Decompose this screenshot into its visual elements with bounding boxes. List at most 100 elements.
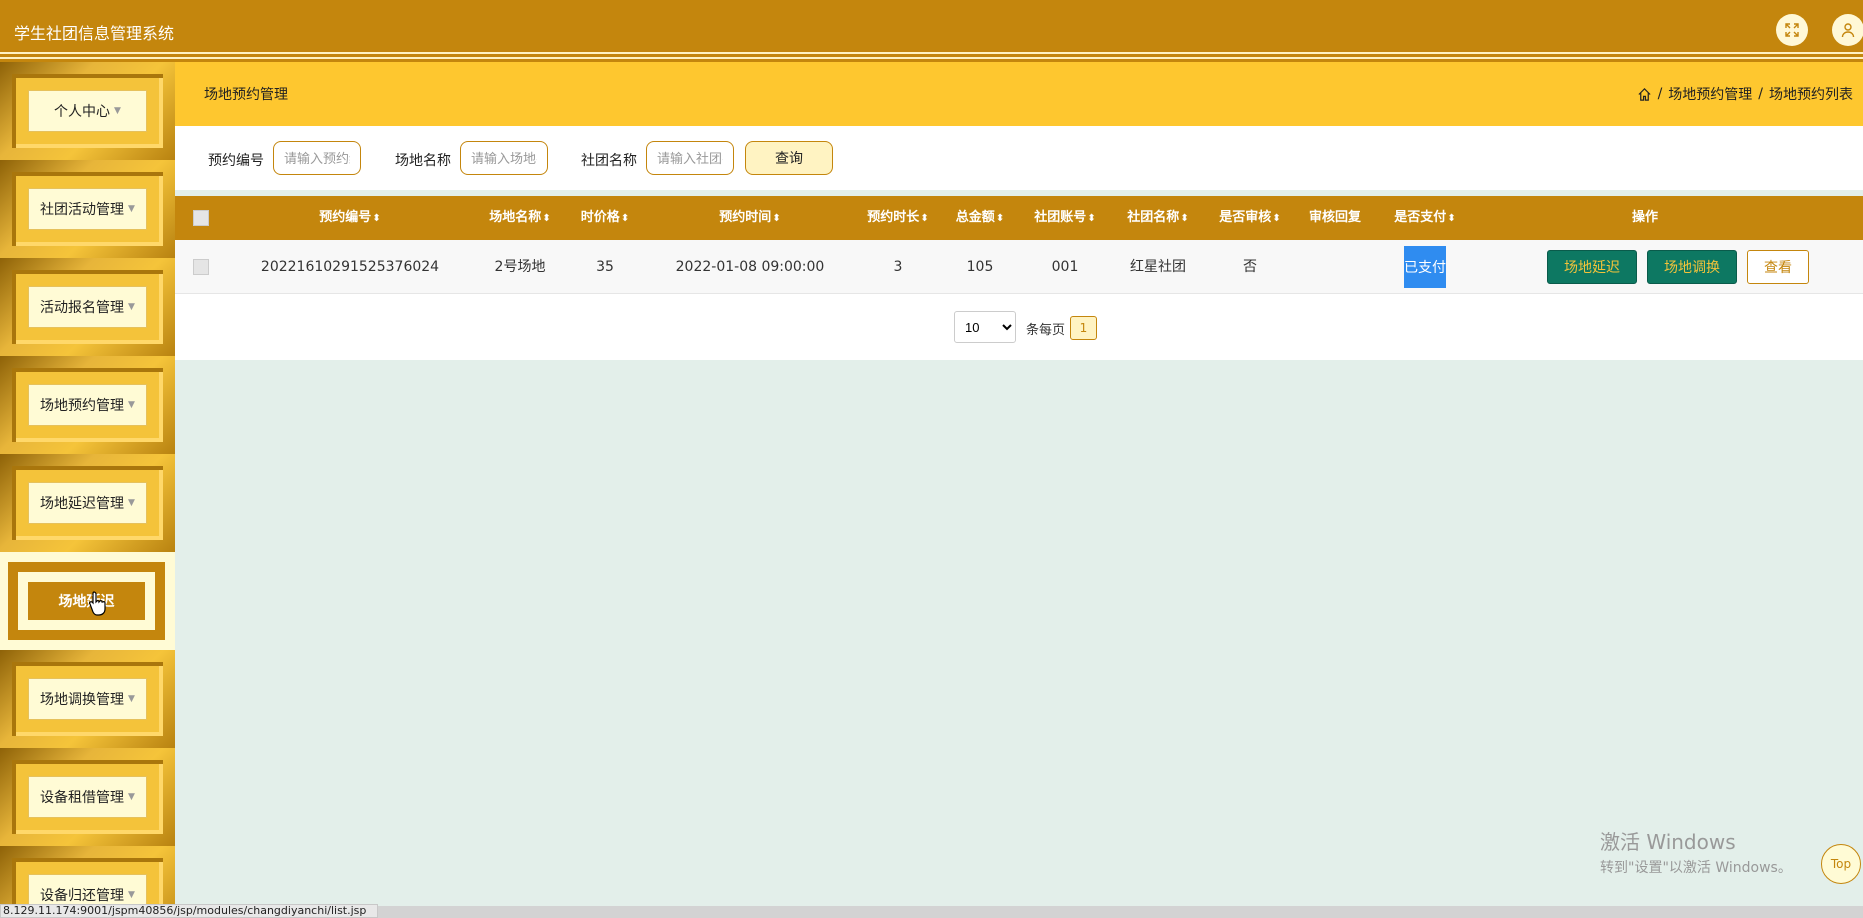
breadcrumb-separator: / (1657, 86, 1663, 102)
column-header[interactable]: 预约编号⬍ (275, 196, 425, 240)
main-content: 场地预约管理 / 场地预约管理 / 场地预约列表 预约编号 场地名称 社团名称 … (175, 62, 1863, 904)
sidebar-item-label: 设备租借管理 (40, 790, 125, 806)
caret-down-icon: ▼ (128, 694, 135, 704)
search-form: 预约编号 场地名称 社团名称 查询 (175, 126, 1863, 190)
sidebar-item-personal-center[interactable]: 个人中心 ▼ (0, 62, 175, 160)
user-icon (1841, 23, 1855, 38)
price-cell: 35 (596, 259, 614, 275)
sidebar-item-label: 设备归还管理 (40, 888, 125, 904)
sort-icon: ⬍ (1272, 213, 1281, 224)
fullscreen-button[interactable] (1776, 14, 1808, 46)
sidebar-item-label: 个人中心 (54, 104, 111, 120)
page-number-button[interactable]: 1 (1070, 316, 1097, 340)
sidebar-item-button[interactable]: 场地延迟管理 ▼ (28, 482, 147, 524)
user-button[interactable] (1832, 14, 1863, 46)
breadcrumb-separator: / (1758, 86, 1763, 102)
sidebar-item-venue-swap[interactable]: 场地调换管理 ▼ (0, 650, 175, 748)
venue-delay-button[interactable]: 场地延迟 (1547, 250, 1637, 284)
header-divider (0, 52, 1863, 54)
column-header[interactable]: 社团账号⬍ (1025, 196, 1105, 240)
caret-down-icon: ▼ (128, 498, 135, 508)
column-header[interactable]: 是否审核⬍ (1210, 196, 1290, 240)
table-row: 20221610291525376024 2号场地 35 2022-01-08 … (175, 240, 1863, 294)
sidebar-item-button[interactable]: 设备租借管理 ▼ (28, 776, 147, 818)
sidebar-item-button[interactable]: 社团活动管理 ▼ (28, 188, 147, 230)
club-account-cell: 001 (1051, 259, 1079, 275)
caret-down-icon: ▼ (128, 792, 135, 802)
sort-icon: ⬍ (620, 213, 630, 224)
sidebar-item-label: 场地预约管理 (40, 398, 125, 414)
row-checkbox[interactable] (193, 259, 209, 275)
column-header[interactable]: 社团名称⬍ (1118, 196, 1198, 240)
header-divider (0, 57, 1863, 59)
sidebar-item-button[interactable]: 场地调换管理 ▼ (28, 678, 147, 720)
sidebar-item-equipment-rental[interactable]: 设备租借管理 ▼ (0, 748, 175, 846)
caret-down-icon: ▼ (128, 400, 135, 410)
club-name-input[interactable] (646, 141, 734, 175)
club-name-label: 社团名称 (581, 153, 637, 169)
column-header: 操作 (1631, 210, 1658, 225)
sidebar-item-button[interactable]: 设备归还管理 ▼ (28, 874, 147, 904)
back-to-top-button[interactable]: Top (1821, 844, 1861, 884)
column-header: 审核回复 (1308, 210, 1361, 225)
sidebar-item-button[interactable]: 个人中心 ▼ (28, 90, 147, 132)
caret-down-icon: ▼ (114, 106, 121, 116)
sidebar-item-label: 社团活动管理 (40, 202, 125, 218)
sort-icon: ⬍ (1087, 213, 1096, 224)
sort-icon: ⬍ (1447, 213, 1456, 224)
sidebar-item-button[interactable]: 活动报名管理 ▼ (28, 286, 147, 328)
title-bar: 场地预约管理 / 场地预约管理 / 场地预约列表 (175, 62, 1863, 126)
sort-icon: ⬍ (372, 213, 381, 224)
sidebar-item-venue-delay-mgmt[interactable]: 场地延迟管理 ▼ (0, 454, 175, 552)
column-header[interactable]: 总金额⬍ (945, 196, 1015, 240)
sidebar-item-button[interactable]: 场地预约管理 ▼ (28, 384, 147, 426)
venue-name-input[interactable] (460, 141, 548, 175)
app-title: 学生社团信息管理系统 (14, 24, 175, 43)
fullscreen-icon (1785, 23, 1799, 37)
home-icon[interactable] (1637, 87, 1652, 102)
venue-swap-button[interactable]: 场地调换 (1647, 250, 1737, 284)
sort-icon: ⬍ (920, 213, 929, 224)
breadcrumb-item[interactable]: 场地预约管理 (1668, 84, 1752, 104)
review-reply-cell (1300, 240, 1370, 294)
horizontal-scrollbar[interactable] (378, 906, 1863, 918)
total-cell: 105 (966, 259, 994, 275)
sort-icon: ⬍ (772, 213, 781, 224)
page-title: 场地预约管理 (204, 87, 288, 103)
sidebar-item-activity-signup[interactable]: 活动报名管理 ▼ (0, 258, 175, 356)
watermark-title: 激活 Windows (1600, 830, 1736, 854)
per-page-label: 条每页 (1026, 323, 1066, 338)
column-header[interactable]: 是否支付⬍ (1380, 196, 1470, 240)
breadcrumb-item: 场地预约列表 (1769, 87, 1853, 103)
sidebar-item-label: 场地延迟管理 (40, 496, 125, 512)
column-header[interactable]: 预约时长⬍ (858, 196, 938, 240)
column-header[interactable]: 预约时间⬍ (665, 196, 835, 240)
sidebar-item-label: 活动报名管理 (40, 300, 125, 316)
search-button[interactable]: 查询 (745, 141, 833, 175)
booking-no-input[interactable] (273, 141, 361, 175)
sidebar-item-venue-booking[interactable]: 场地预约管理 ▼ (0, 356, 175, 454)
paid-status-badge: 已支付 (1404, 246, 1446, 288)
sidebar-item-equipment-return[interactable]: 设备归还管理 ▼ (0, 846, 175, 904)
column-header[interactable]: 场地名称⬍ (475, 196, 565, 240)
sort-icon: ⬍ (1180, 213, 1189, 224)
sidebar-item-button[interactable]: 场地延迟 (28, 582, 145, 620)
booking-no-cell: 20221610291525376024 (260, 259, 440, 275)
duration-cell: 3 (893, 259, 903, 275)
page-size-select[interactable]: 10 (954, 311, 1016, 343)
sort-icon: ⬍ (542, 213, 551, 224)
pagination: 10 条每页 1 (175, 294, 1863, 360)
club-name-cell: 红星社团 (1130, 259, 1186, 275)
caret-down-icon: ▼ (128, 302, 135, 312)
booking-time-cell: 2022-01-08 09:00:00 (675, 259, 825, 275)
venue-name-label: 场地名称 (395, 153, 451, 169)
caret-down-icon: ▼ (128, 890, 135, 900)
select-all-checkbox[interactable] (193, 210, 209, 226)
caret-down-icon: ▼ (128, 204, 135, 214)
sidebar-item-label: 场地调换管理 (40, 692, 125, 708)
hand-cursor-icon (89, 591, 106, 616)
top-header: 学生社团信息管理系统 (0, 0, 1863, 62)
view-button[interactable]: 查看 (1747, 250, 1809, 284)
column-header[interactable]: 时价格⬍ (565, 196, 645, 240)
sidebar-item-club-activity[interactable]: 社团活动管理 ▼ (0, 160, 175, 258)
